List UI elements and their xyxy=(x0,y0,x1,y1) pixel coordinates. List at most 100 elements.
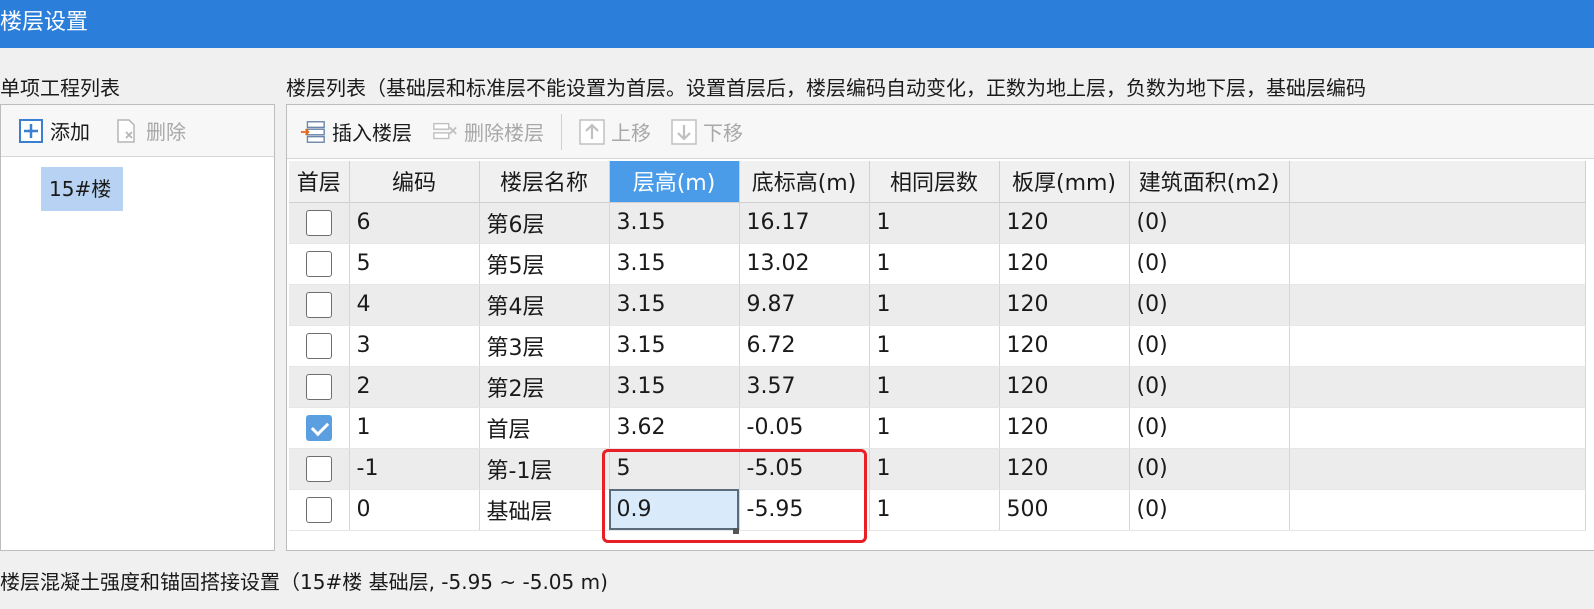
cell-code[interactable]: 1 xyxy=(349,407,480,449)
cell-count[interactable]: 1 xyxy=(869,202,1000,244)
table-row[interactable]: 3 第3层 3.15 6.72 1 120 (0) xyxy=(289,325,1586,367)
cell-thick[interactable]: 120 xyxy=(999,448,1130,490)
cell-code[interactable]: 4 xyxy=(349,284,480,326)
tree-item-building[interactable]: 15#楼 xyxy=(41,167,123,211)
header-building-area[interactable]: 建筑面积(m2) xyxy=(1129,161,1290,203)
cell-area[interactable]: (0) xyxy=(1129,407,1290,449)
first-floor-checkbox[interactable] xyxy=(305,496,332,523)
delete-document-icon xyxy=(114,118,140,144)
insert-floor-button[interactable]: 插入楼层 xyxy=(291,112,421,152)
cell-thick[interactable]: 120 xyxy=(999,325,1130,367)
cell-area[interactable]: (0) xyxy=(1129,243,1290,285)
cell-code[interactable]: 6 xyxy=(349,202,480,244)
first-floor-checkbox[interactable] xyxy=(305,291,332,318)
cell-height[interactable]: 0.9 xyxy=(609,489,740,531)
cell-name[interactable]: 第3层 xyxy=(479,325,610,367)
first-floor-cell xyxy=(289,243,350,285)
cell-height[interactable]: 3.15 xyxy=(609,202,740,244)
cell-area[interactable]: (0) xyxy=(1129,489,1290,531)
header-floor-name[interactable]: 楼层名称 xyxy=(479,161,610,203)
cell-height[interactable]: 3.15 xyxy=(609,325,740,367)
delete-project-button[interactable]: 删除 xyxy=(105,111,195,151)
add-project-button[interactable]: 添加 xyxy=(9,111,99,151)
move-down-button[interactable]: 下移 xyxy=(662,112,752,152)
header-code[interactable]: 编码 xyxy=(349,161,480,203)
header-slab-thickness[interactable]: 板厚(mm) xyxy=(999,161,1130,203)
cell-base[interactable]: 9.87 xyxy=(739,284,870,326)
cell-height[interactable]: 5 xyxy=(609,448,740,490)
cell-height[interactable]: 3.62 xyxy=(609,407,740,449)
cell-base[interactable]: 3.57 xyxy=(739,366,870,408)
cell-count[interactable]: 1 xyxy=(869,284,1000,326)
delete-project-label: 删除 xyxy=(146,120,186,144)
first-floor-checkbox[interactable] xyxy=(305,414,332,441)
cell-code[interactable]: 2 xyxy=(349,366,480,408)
cell-code[interactable]: 5 xyxy=(349,243,480,285)
table-row[interactable]: 2 第2层 3.15 3.57 1 120 (0) xyxy=(289,366,1586,408)
cell-code[interactable]: 3 xyxy=(349,325,480,367)
table-row[interactable]: 0 基础层 0.9 -5.95 1 500 (0) xyxy=(289,489,1586,531)
cell-base[interactable]: 6.72 xyxy=(739,325,870,367)
cell-name[interactable]: 第-1层 xyxy=(479,448,610,490)
header-same-floor-count[interactable]: 相同层数 xyxy=(869,161,1000,203)
floor-list-panel: 插入楼层 删除楼层 上移 下移 首层 编码 楼层名称 层高(m) 底标高(m) … xyxy=(286,104,1594,551)
cell-thick[interactable]: 120 xyxy=(999,366,1130,408)
cell-base[interactable]: 13.02 xyxy=(739,243,870,285)
table-row[interactable]: 1 首层 3.62 -0.05 1 120 (0) xyxy=(289,407,1586,449)
cell-area[interactable]: (0) xyxy=(1129,325,1290,367)
cell-name[interactable]: 第2层 xyxy=(479,366,610,408)
cell-thick[interactable]: 500 xyxy=(999,489,1130,531)
cell-count[interactable]: 1 xyxy=(869,448,1000,490)
first-floor-checkbox[interactable] xyxy=(305,250,332,277)
table-row[interactable]: -1 第-1层 5 -5.05 1 120 (0) xyxy=(289,448,1586,490)
cell-height[interactable]: 3.15 xyxy=(609,284,740,326)
move-up-button[interactable]: 上移 xyxy=(570,112,660,152)
first-floor-cell xyxy=(289,489,350,531)
cell-count[interactable]: 1 xyxy=(869,243,1000,285)
delete-floor-button[interactable]: 删除楼层 xyxy=(423,112,553,152)
cell-area[interactable]: (0) xyxy=(1129,448,1290,490)
cell-filler xyxy=(1289,448,1586,490)
cell-name[interactable]: 首层 xyxy=(479,407,610,449)
table-row[interactable]: 4 第4层 3.15 9.87 1 120 (0) xyxy=(289,284,1586,326)
cell-base[interactable]: -0.05 xyxy=(739,407,870,449)
cell-name[interactable]: 第4层 xyxy=(479,284,610,326)
cell-base[interactable]: -5.95 xyxy=(739,489,870,531)
cell-height[interactable]: 3.15 xyxy=(609,243,740,285)
cell-count[interactable]: 1 xyxy=(869,366,1000,408)
first-floor-checkbox[interactable] xyxy=(305,332,332,359)
cell-thick[interactable]: 120 xyxy=(999,243,1130,285)
cell-filler xyxy=(1289,243,1586,285)
header-base-elevation[interactable]: 底标高(m) xyxy=(739,161,870,203)
first-floor-checkbox[interactable] xyxy=(305,209,332,236)
cell-name[interactable]: 第6层 xyxy=(479,202,610,244)
header-floor-height[interactable]: 层高(m) xyxy=(609,161,740,203)
cell-thick[interactable]: 120 xyxy=(999,407,1130,449)
cell-count[interactable]: 1 xyxy=(869,489,1000,531)
cell-name[interactable]: 第5层 xyxy=(479,243,610,285)
first-floor-checkbox[interactable] xyxy=(305,455,332,482)
cell-height[interactable]: 3.15 xyxy=(609,366,740,408)
cell-thick[interactable]: 120 xyxy=(999,284,1130,326)
header-first-floor[interactable]: 首层 xyxy=(289,161,350,203)
cell-area[interactable]: (0) xyxy=(1129,366,1290,408)
cell-count[interactable]: 1 xyxy=(869,407,1000,449)
cell-area[interactable]: (0) xyxy=(1129,284,1290,326)
table-row[interactable]: 5 第5层 3.15 13.02 1 120 (0) xyxy=(289,243,1586,285)
insert-floor-label: 插入楼层 xyxy=(332,121,412,145)
project-list-label: 单项工程列表 xyxy=(0,76,120,100)
cell-fill-handle[interactable] xyxy=(733,528,739,534)
first-floor-cell xyxy=(289,325,350,367)
cell-name[interactable]: 基础层 xyxy=(479,489,610,531)
cell-area[interactable]: (0) xyxy=(1129,202,1290,244)
cell-filler xyxy=(1289,325,1586,367)
first-floor-checkbox[interactable] xyxy=(305,373,332,400)
cell-base[interactable]: 16.17 xyxy=(739,202,870,244)
cell-code[interactable]: -1 xyxy=(349,448,480,490)
cell-code[interactable]: 0 xyxy=(349,489,480,531)
cell-filler xyxy=(1289,407,1586,449)
table-row[interactable]: 6 第6层 3.15 16.17 1 120 (0) xyxy=(289,202,1586,244)
cell-count[interactable]: 1 xyxy=(869,325,1000,367)
cell-thick[interactable]: 120 xyxy=(999,202,1130,244)
cell-base[interactable]: -5.05 xyxy=(739,448,870,490)
